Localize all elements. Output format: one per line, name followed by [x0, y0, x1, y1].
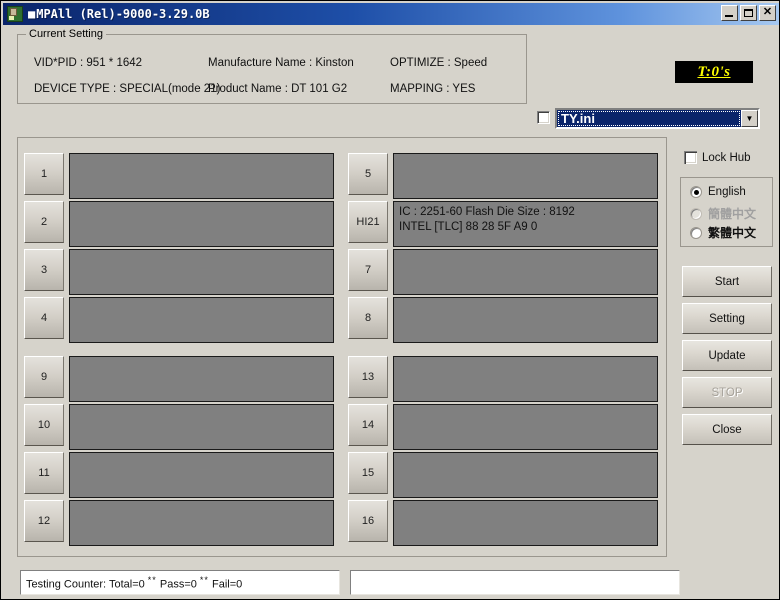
slot-row: 16: [348, 500, 658, 547]
lock-hub-checkbox[interactable]: Lock Hub: [684, 151, 751, 164]
slot-info-11: [69, 452, 334, 498]
update-button[interactable]: Update: [682, 340, 772, 371]
radio-english[interactable]: English: [690, 186, 746, 198]
slot-button-8[interactable]: 8: [348, 297, 388, 339]
slot-info-line: IC : 2251-60 Flash Die Size : 8192: [399, 205, 652, 220]
application-window: MPAll (Rel)-9000-3.29.0B ✕ Current Setti…: [0, 0, 780, 600]
language-group: English 簡體中文 繁體中文: [680, 177, 773, 247]
slot-button-1[interactable]: 1: [24, 153, 64, 195]
current-setting-title: Current Setting: [26, 28, 106, 40]
slot-button-15[interactable]: 15: [348, 452, 388, 494]
slot-info-line: INTEL [TLC] 88 28 5F A9 0: [399, 220, 652, 235]
slot-info-16: [393, 500, 658, 546]
slot-row: 8: [348, 297, 658, 344]
slot-button-14[interactable]: 14: [348, 404, 388, 446]
slot-row: 9: [24, 356, 334, 403]
slot-button-9[interactable]: 9: [24, 356, 64, 398]
slot-button-4[interactable]: 4: [24, 297, 64, 339]
radio-indicator[interactable]: [690, 186, 702, 198]
slot-row: 4: [24, 297, 334, 344]
app-icon: [7, 6, 23, 22]
maximize-button[interactable]: [740, 5, 757, 21]
stop-button: STOP: [682, 377, 772, 408]
radio-simplified-chinese-label: 簡體中文: [708, 205, 756, 222]
slot-button-11[interactable]: 11: [24, 452, 64, 494]
slot-row: 15: [348, 452, 658, 499]
message-status: [350, 570, 680, 595]
slot-button-3[interactable]: 3: [24, 249, 64, 291]
slot-info-12: [69, 500, 334, 546]
client-area: Current Setting VID*PID : 951 * 1642 DEV…: [3, 25, 779, 599]
slot-row: 13: [348, 356, 658, 403]
radio-indicator: [690, 208, 702, 220]
manufacture-name-label: Manufacture Name : Kinston: [208, 57, 354, 69]
slot-row: HI21IC : 2251-60 Flash Die Size : 8192IN…: [348, 201, 658, 248]
slot-button-hi21[interactable]: HI21: [348, 201, 388, 243]
test-counter-value: T:0's: [697, 64, 730, 81]
slot-info-13: [393, 356, 658, 402]
window-title: MPAll (Rel)-9000-3.29.0B: [28, 7, 210, 21]
slot-button-7[interactable]: 7: [348, 249, 388, 291]
slot-button-12[interactable]: 12: [24, 500, 64, 542]
testing-counter-status: Testing Counter: Total=0 ** Pass=0 ** Fa…: [20, 570, 340, 595]
slot-row: 5: [348, 153, 658, 200]
slot-info-5: [393, 153, 658, 199]
slot-button-5[interactable]: 5: [348, 153, 388, 195]
title-bar[interactable]: MPAll (Rel)-9000-3.29.0B ✕: [3, 3, 779, 25]
minimize-button[interactable]: [721, 5, 738, 21]
slot-row: 12: [24, 500, 334, 547]
slot-panel: 12349101112 5HI21IC : 2251-60 Flash Die …: [17, 137, 667, 557]
slot-info-1: [69, 153, 334, 199]
radio-indicator[interactable]: [690, 227, 702, 239]
slot-info-4: [69, 297, 334, 343]
slot-info-7: [393, 249, 658, 295]
ini-checkbox[interactable]: [537, 111, 550, 124]
radio-traditional-chinese[interactable]: 繁體中文: [690, 224, 756, 241]
slot-row: 14: [348, 404, 658, 451]
ini-file-combobox[interactable]: TY.ini ▼: [555, 108, 760, 129]
radio-english-label: English: [708, 186, 746, 198]
slot-column-right: 5HI21IC : 2251-60 Flash Die Size : 8192I…: [348, 153, 658, 548]
slot-info-15: [393, 452, 658, 498]
slot-button-2[interactable]: 2: [24, 201, 64, 243]
current-setting-group: Current Setting VID*PID : 951 * 1642 DEV…: [17, 34, 527, 104]
slot-row: 10: [24, 404, 334, 451]
slot-info-10: [69, 404, 334, 450]
ini-file-value[interactable]: TY.ini: [557, 110, 741, 127]
setting-button[interactable]: Setting: [682, 303, 772, 334]
slot-row: 7: [348, 249, 658, 296]
slot-row: 11: [24, 452, 334, 499]
radio-simplified-chinese: 簡體中文: [690, 205, 756, 222]
slot-info-hi21: IC : 2251-60 Flash Die Size : 8192INTEL …: [393, 201, 658, 247]
slot-info-9: [69, 356, 334, 402]
slot-info-3: [69, 249, 334, 295]
radio-traditional-chinese-label: 繁體中文: [708, 224, 756, 241]
chevron-down-icon[interactable]: ▼: [741, 110, 758, 127]
slot-info-8: [393, 297, 658, 343]
device-type-label: DEVICE TYPE : SPECIAL(mode 21): [34, 83, 220, 95]
close-button[interactable]: Close: [682, 414, 772, 445]
start-button[interactable]: Start: [682, 266, 772, 297]
slot-button-10[interactable]: 10: [24, 404, 64, 446]
testing-counter-text: Testing Counter: Total=0 ** Pass=0 ** Fa…: [26, 575, 242, 591]
slot-row: 3: [24, 249, 334, 296]
slot-button-13[interactable]: 13: [348, 356, 388, 398]
slot-button-16[interactable]: 16: [348, 500, 388, 542]
close-icon[interactable]: ✕: [759, 5, 776, 21]
mapping-label: MAPPING : YES: [390, 83, 475, 95]
window-controls: ✕: [721, 5, 776, 21]
lock-hub-label: Lock Hub: [702, 152, 751, 164]
test-counter-display: T:0's: [675, 61, 753, 83]
slot-info-14: [393, 404, 658, 450]
checkbox-box[interactable]: [684, 151, 697, 164]
slot-row: 1: [24, 153, 334, 200]
optimize-label: OPTIMIZE : Speed: [390, 57, 487, 69]
slot-info-2: [69, 201, 334, 247]
vid-pid-label: VID*PID : 951 * 1642: [34, 57, 142, 69]
slot-row: 2: [24, 201, 334, 248]
product-name-label: Product Name : DT 101 G2: [208, 83, 347, 95]
slot-column-left: 12349101112: [24, 153, 334, 548]
